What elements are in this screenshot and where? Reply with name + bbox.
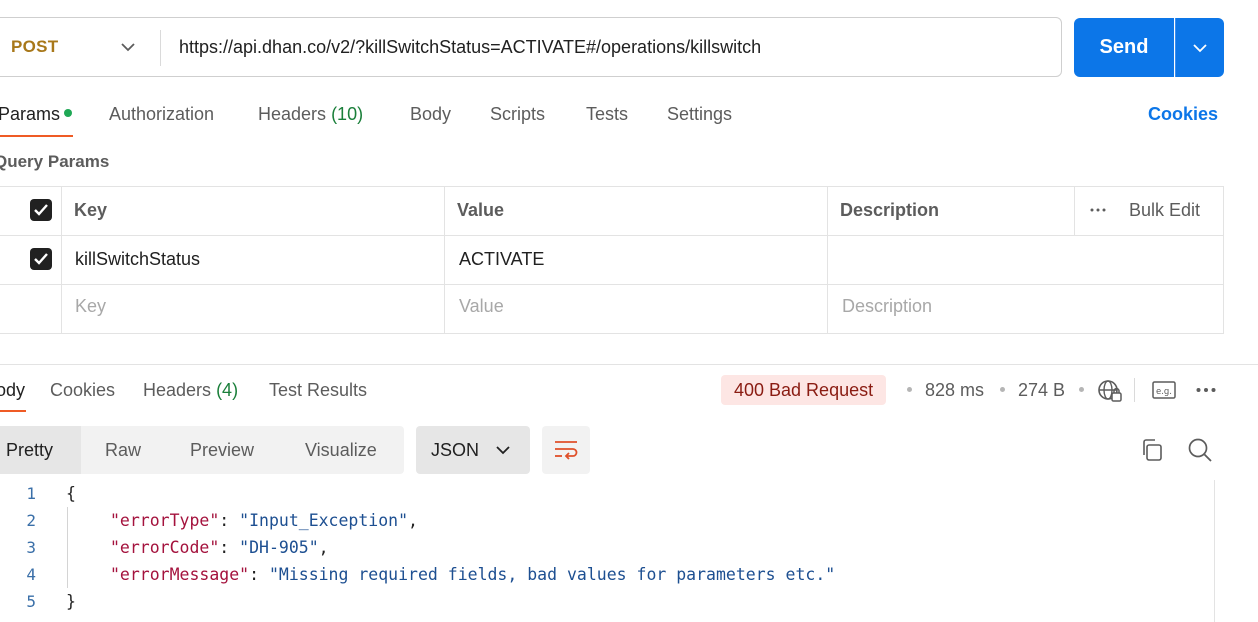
view-raw[interactable]: Raw [105, 426, 141, 474]
json-key: "errorCode" [110, 538, 220, 557]
url-divider [160, 30, 161, 66]
format-select-label: JSON [431, 440, 480, 460]
view-pretty[interactable]: Pretty [6, 426, 53, 474]
url-bar: POST https://api.dhan.co/v2/?killSwitchS… [0, 17, 1062, 77]
tab-scripts[interactable]: Scripts [490, 101, 545, 127]
wrap-lines-button[interactable] [542, 426, 590, 474]
search-icon[interactable] [1187, 437, 1213, 463]
chevron-down-icon[interactable] [119, 38, 137, 56]
cookies-link[interactable]: Cookies [1148, 101, 1218, 127]
toolbar-divider [1134, 378, 1135, 402]
separator-dot [1079, 387, 1084, 392]
svg-text:e.g.: e.g. [1156, 387, 1172, 397]
param-description-cell[interactable] [842, 247, 1212, 271]
indent-guide [67, 507, 68, 588]
tab-response-headers-count: (4) [216, 380, 239, 400]
line-number: 5 [26, 592, 36, 611]
chevron-down-icon [496, 446, 510, 455]
table-border [1074, 186, 1075, 235]
tab-settings[interactable]: Settings [667, 101, 732, 127]
url-input[interactable]: https://api.dhan.co/v2/?killSwitchStatus… [179, 18, 761, 76]
query-params-title: Query Params [0, 152, 110, 171]
tab-response-headers-label: Headers [143, 380, 212, 400]
params-active-dot [64, 109, 72, 117]
bulk-edit-button[interactable]: Bulk Edit [1129, 198, 1200, 222]
line-number: 4 [26, 565, 36, 584]
table-border [1223, 186, 1224, 334]
json-value: "DH-905" [239, 538, 319, 557]
table-border [0, 284, 1224, 285]
tab-response-body-clip: Body [0, 377, 27, 407]
params-table: Key Value Description Bulk Edit killSwit… [0, 186, 1224, 334]
column-header-description: Description [840, 200, 940, 220]
active-tab-indicator [0, 135, 73, 137]
tab-headers[interactable]: Headers (10) [258, 101, 363, 127]
json-punct: , [408, 511, 418, 530]
checkmark-icon [34, 253, 48, 265]
active-tab-indicator [0, 410, 26, 412]
code-line: } [66, 592, 76, 611]
tab-tests[interactable]: Tests [586, 101, 628, 127]
code-line: "errorCode": "DH-905", [110, 538, 329, 557]
new-description-input[interactable]: Description [842, 294, 932, 318]
table-border [827, 186, 828, 334]
save-example-icon[interactable]: e.g. [1152, 380, 1176, 400]
code-line: { [66, 484, 76, 503]
tab-headers-count: (10) [331, 104, 364, 124]
response-size[interactable]: 274 B [1018, 377, 1065, 403]
table-border [61, 186, 62, 334]
chevron-down-icon [1193, 44, 1207, 53]
wrap-lines-icon [555, 441, 578, 460]
more-options-icon[interactable] [1196, 388, 1216, 392]
status-badge[interactable]: 400 Bad Request [721, 375, 887, 405]
new-key-input[interactable]: Key [75, 294, 106, 318]
view-preview[interactable]: Preview [190, 426, 254, 474]
code-line: "errorMessage": "Missing required fields… [110, 565, 836, 584]
table-border [0, 235, 1224, 236]
json-key: "errorType" [110, 511, 220, 530]
send-button[interactable]: Send [1074, 18, 1174, 77]
view-visualize[interactable]: Visualize [305, 426, 377, 474]
param-value-cell[interactable]: ACTIVATE [459, 247, 544, 271]
table-border [444, 186, 445, 334]
tab-response-body[interactable]: Body [0, 377, 25, 403]
table-border [0, 333, 1224, 334]
line-number: 3 [26, 538, 36, 557]
json-punct: , [318, 538, 329, 557]
column-header-key: Key [74, 200, 108, 220]
more-options-icon[interactable] [1090, 208, 1106, 212]
pane-divider[interactable] [0, 364, 1258, 365]
code-line: "errorType": "Input_Exception", [110, 511, 418, 530]
response-time[interactable]: 828 ms [925, 377, 984, 403]
row-checkbox[interactable] [30, 248, 52, 270]
separator-dot [1000, 387, 1005, 392]
table-border [0, 186, 1224, 187]
checkmark-icon [34, 204, 48, 216]
new-value-input[interactable]: Value [459, 294, 504, 318]
network-globe-icon[interactable] [1097, 379, 1123, 403]
line-number: 1 [26, 484, 36, 503]
scrollbar[interactable] [1214, 480, 1215, 622]
json-value: "Input_Exception" [239, 511, 409, 530]
tab-test-results[interactable]: Test Results [269, 377, 367, 403]
json-key: "errorMessage" [110, 565, 250, 584]
method-select[interactable]: POST [11, 18, 59, 76]
tab-headers-label: Headers [258, 104, 327, 124]
param-key-cell[interactable]: killSwitchStatus [75, 247, 200, 271]
separator-dot [907, 387, 912, 392]
tab-body[interactable]: Body [410, 101, 451, 127]
copy-icon[interactable] [1140, 438, 1164, 462]
tab-response-cookies[interactable]: Cookies [50, 377, 115, 403]
select-all-checkbox[interactable] [30, 199, 52, 221]
tab-params[interactable]: Params [0, 101, 60, 127]
tab-response-headers[interactable]: Headers (4) [143, 377, 238, 403]
column-header-value: Value [457, 200, 505, 220]
send-options-button[interactable] [1175, 18, 1224, 77]
line-number: 2 [26, 511, 36, 530]
tab-authorization[interactable]: Authorization [109, 101, 214, 127]
json-value: "Missing required fields, bad values for… [268, 565, 836, 584]
